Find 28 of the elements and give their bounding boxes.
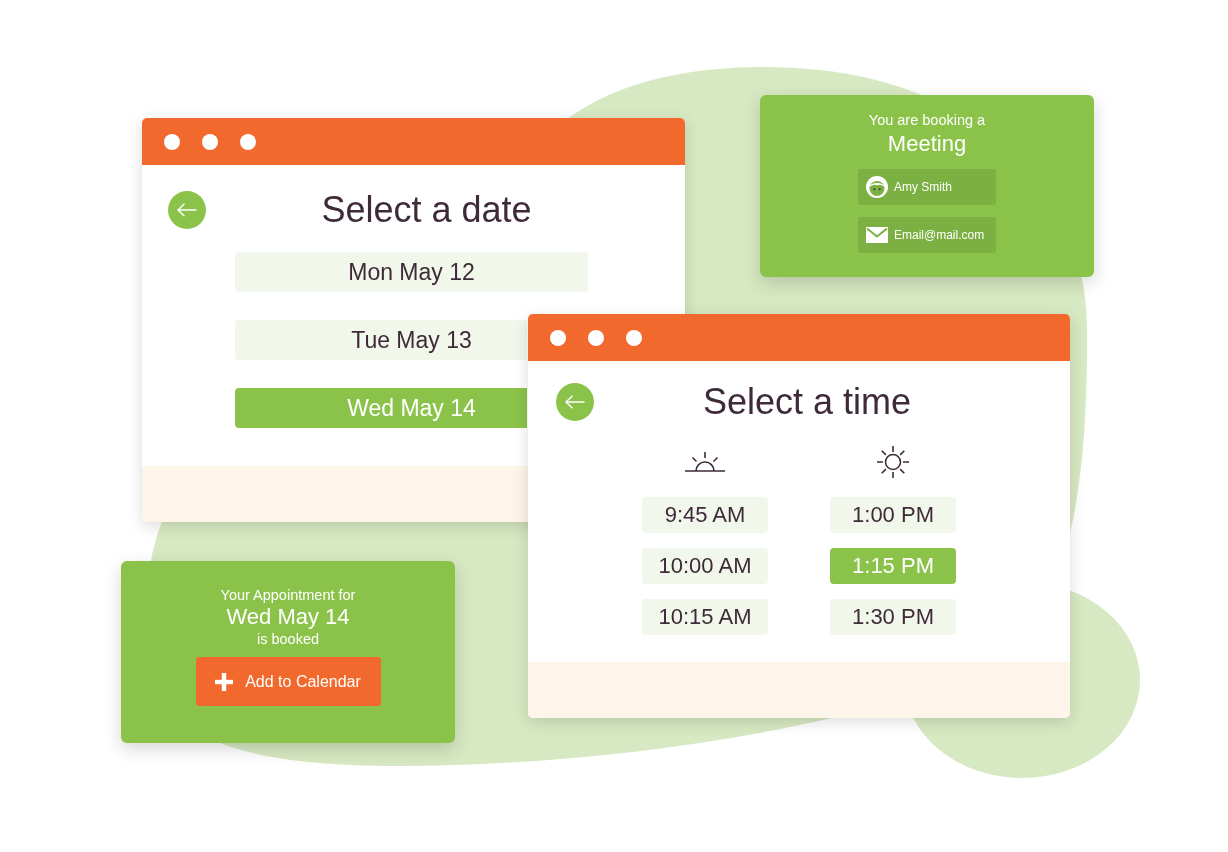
- date-option[interactable]: Mon May 12: [235, 252, 588, 292]
- sun-icon: [877, 446, 909, 478]
- booking-type-title: Meeting: [887, 131, 967, 157]
- window-dot-icon: [588, 329, 604, 346]
- appointment-date: Wed May 14: [226, 604, 350, 630]
- window-heading: Select a date: [321, 188, 532, 232]
- date-option[interactable]: Tue May 13: [235, 320, 527, 360]
- plus-icon: [215, 672, 234, 691]
- time-slot[interactable]: 1:00 PM: [830, 497, 956, 533]
- face-icon: [866, 176, 888, 198]
- arrow-left-icon: [565, 395, 585, 409]
- envelope-icon: [866, 227, 888, 243]
- window-dot-icon: [164, 133, 180, 150]
- back-button[interactable]: [168, 191, 206, 229]
- time-slot[interactable]: 9:45 AM: [642, 497, 768, 533]
- appointment-label: Your Appointment for: [220, 586, 356, 604]
- window-dot-icon: [240, 133, 256, 150]
- booking-label: You are booking a: [868, 111, 986, 129]
- window-dot-icon: [550, 329, 566, 346]
- window-heading: Select a time: [702, 380, 912, 424]
- back-button[interactable]: [556, 383, 594, 421]
- sunrise-icon: [685, 452, 725, 472]
- booking-status-text: is booked: [256, 630, 320, 648]
- window-dot-icon: [202, 133, 218, 150]
- arrow-left-icon: [177, 203, 197, 217]
- time-slot[interactable]: 10:15 AM: [642, 599, 768, 635]
- window-dot-icon: [626, 329, 642, 346]
- time-slot[interactable]: 10:00 AM: [642, 548, 768, 584]
